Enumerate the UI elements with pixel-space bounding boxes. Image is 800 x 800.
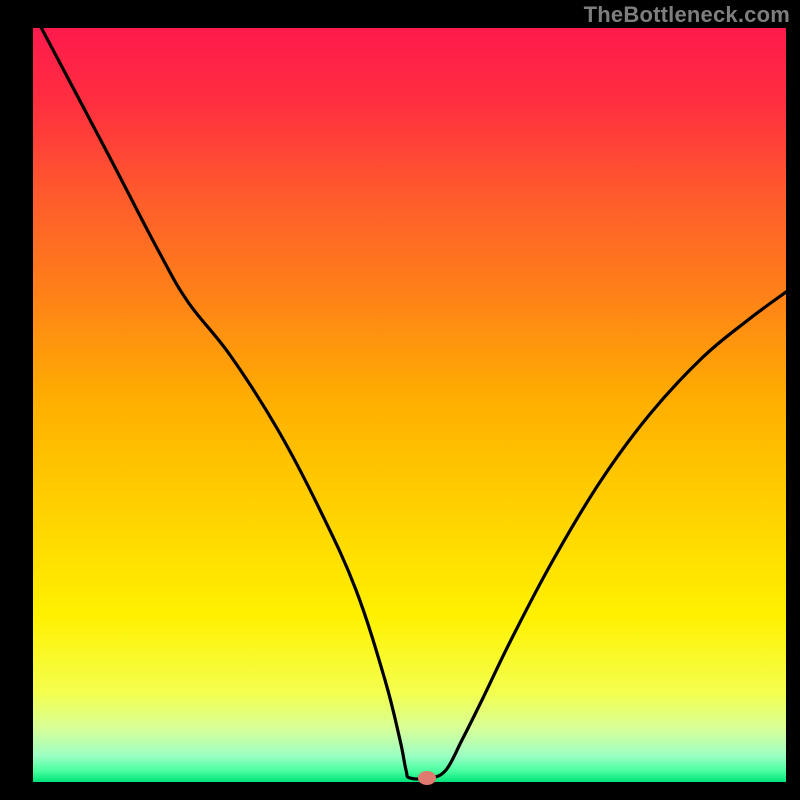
chart-stage: TheBottleneck.com [0,0,800,800]
watermark-text: TheBottleneck.com [584,2,790,28]
chart-svg [0,0,800,800]
plot-background [33,28,786,782]
min-marker [418,771,436,785]
